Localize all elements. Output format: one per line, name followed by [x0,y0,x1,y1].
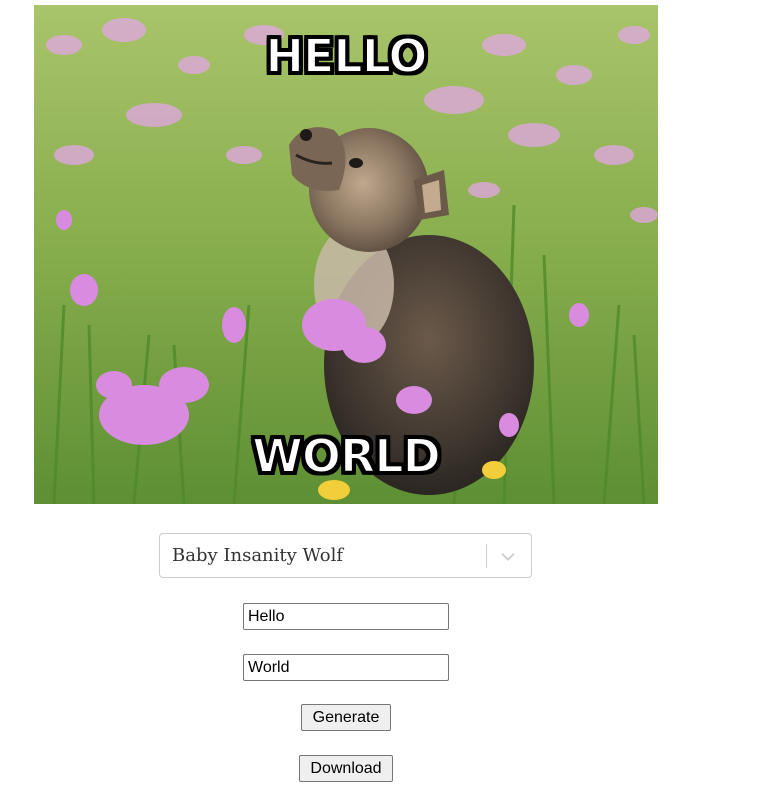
top-text-input[interactable] [243,603,449,630]
selected-template-label: Baby Insanity Wolf [172,545,344,566]
meme-top-caption: HELLO [264,29,428,83]
meme-bottom-caption: WORLD [251,429,442,483]
meme-image: HELLO WORLD [34,5,658,504]
chevron-down-icon[interactable] [498,548,518,566]
generate-button[interactable]: Generate [301,704,391,731]
dropdown-separator [486,544,487,568]
download-button[interactable]: Download [299,755,393,782]
bottom-text-input[interactable] [243,654,449,681]
meme-template-select[interactable]: Baby Insanity Wolf [159,533,532,578]
